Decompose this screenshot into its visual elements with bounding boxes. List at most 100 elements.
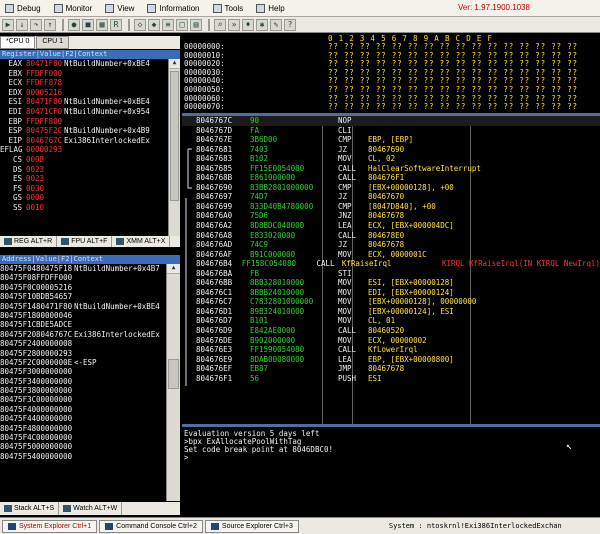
stack-value[interactable]: FFDFF000 [36,273,74,282]
disassembly-row[interactable]: 80467690 83BB2801000000 CMP [EBX+00000128],… [182,183,600,193]
stack-row[interactable]: 80475F18 00000046 [0,311,166,320]
step-out-icon[interactable]: ↑ [44,18,56,31]
stack-row[interactable]: 80475F14 80471F80 NtBuildNumber+0xBE4 [0,302,166,311]
stack-value[interactable]: 00000000 [36,414,74,423]
stack-row[interactable]: 80475F48 00000000 [0,424,166,433]
tab-fpu[interactable]: FPU ALT+F [57,236,113,247]
register-value[interactable]: FFDFF000 [26,69,64,79]
disassembly-row[interactable]: 804676AF B91C000000 MOV ECX, 0000001C [182,250,600,260]
stack-row[interactable]: 80475F08 FFDFF000 [0,273,166,282]
register-row[interactable]: ES 0023 [0,174,168,184]
search-icon[interactable]: ⌕ [214,18,226,31]
page-icon[interactable]: ▤ [190,18,202,31]
register-row[interactable]: EDX 00005216 [0,88,168,98]
stack-row[interactable]: 80475F50 00000000 [0,442,166,451]
register-value[interactable]: FFDFF878 [26,78,64,88]
disassembly-row[interactable]: 804676D9 E842AE0000 CALL 80460520 [182,326,600,336]
tab-command-console[interactable]: Command Console Ctrl+2 [99,519,203,533]
register-value[interactable]: 80471CF0 [26,107,64,117]
register-icon[interactable]: R [110,18,122,31]
stack-row[interactable]: 80475F3C 00000000 [0,395,166,404]
menu-help[interactable]: Help [256,3,285,13]
disassembly-row[interactable]: 804676EF EB87 JMP 80467678 [182,364,600,374]
register-value[interactable]: 80475F2C [26,126,64,136]
command-console[interactable]: Evaluation version 5 days left >bpx ExAl… [182,427,600,517]
disassembly-row[interactable]: 804676F1 56 PUSH ESI [182,374,600,384]
register-value[interactable]: 00000293 [26,145,64,155]
stack-value[interactable]: 00000000 [36,452,74,461]
stack-value[interactable]: 00000000 [36,424,74,433]
tab-stack[interactable]: Stack ALT+S [0,502,60,515]
memory-hex[interactable]: ?? ?? ?? ?? ?? ?? ?? ?? ?? ?? ?? ?? ?? ?… [328,103,578,112]
stack-row[interactable]: 80475F0C 00005216 [0,283,166,292]
stack-row[interactable]: 80475F34 00000000 [0,377,166,386]
register-row[interactable]: FS 0030 [0,184,168,194]
disassembly-row[interactable]: 804676A0 75D6 JNZ 80467678 [182,211,600,221]
stack-value[interactable]: 00000000 [36,367,74,376]
stack-value[interactable]: 00000000 [36,433,74,442]
register-scrollbar[interactable]: ▲ [168,59,180,236]
menu-monitor[interactable]: Monitor [53,3,92,13]
scroll-up-icon[interactable]: ▲ [167,264,180,274]
register-value[interactable]: 0030 [26,184,64,194]
stack-row[interactable]: 80475F28 00000293 [0,349,166,358]
breakpoint-icon[interactable]: ● [68,18,80,31]
register-row[interactable]: ESI 80471F80 NtBuildNumber+0xBE4 [0,97,168,107]
stack-row[interactable]: 80475F40 00000000 [0,405,166,414]
register-row[interactable]: ESP 80475F2C NtBuildNumber+0x4B9 [0,126,168,136]
stack-value[interactable]: 00000293 [36,349,74,358]
stack-row[interactable]: 80475F44 00000000 [0,414,166,423]
register-row[interactable]: EIP 8046767C Exi386InterlockedEx [0,136,168,146]
register-row[interactable]: SS 0010 [0,203,168,213]
step-over-icon[interactable]: ↷ [30,18,42,31]
menu-view[interactable]: View [105,3,134,13]
register-row[interactable]: ECX FFDFF878 [0,78,168,88]
register-value[interactable]: 0000 [26,193,64,203]
disassembly-row[interactable]: 804676A2 8D8BDC040000 LEA ECX, [EBX+000004D… [182,221,600,231]
console-prompt[interactable]: > [184,454,600,462]
menu-information[interactable]: Information [147,3,200,13]
step-into-icon[interactable]: ↓ [16,18,28,31]
disassembly-row[interactable]: 80467697 74D7 JZ 80467670 [182,192,600,202]
disassembly-row[interactable]: 8046768B E861000000 CALL 804676F1 [182,173,600,183]
tab-xmm[interactable]: XMM ALT+X [112,236,171,247]
stack-value[interactable]: 0000000E [36,358,74,367]
register-value[interactable]: 00005216 [26,88,64,98]
run-icon[interactable]: ▶ [2,18,14,31]
register-row[interactable]: EFLAG 00000293 [0,145,168,155]
disassembly-row[interactable]: 804676B4 FF158C054080 CALL KfRaiseIrql KIRQL… [182,259,600,269]
scroll-thumb[interactable] [168,359,179,389]
register-value[interactable]: 80471F80 [26,97,64,107]
scroll-thumb[interactable] [170,71,179,201]
register-row[interactable]: EBP FFDFF800 [0,117,168,127]
scroll-up-icon[interactable]: ▲ [169,59,180,69]
disassembly-row[interactable]: 804676A8 E833020000 CALL 804678E0 [182,231,600,241]
register-row[interactable]: EDI 80471CF0 NtBuildNumber+0x954 [0,107,168,117]
stack-row[interactable]: 80475F10 BDB54657 [0,292,166,301]
stack-row[interactable]: 80475F1C BDE5ADCE [0,320,166,329]
register-row[interactable]: CS 0008 [0,155,168,165]
tab-cpu0[interactable]: *CPU 0 [0,36,36,49]
disassembly-row[interactable]: 804676BB 8BB328010000 MOV ESI, [EBX+0000012… [182,278,600,288]
stack-value[interactable]: 00005216 [36,283,74,292]
stack-value[interactable]: BDE5ADCE [36,320,74,329]
stack-row[interactable]: 80475F30 00000000 [0,367,166,376]
register-value[interactable]: 0010 [26,203,64,213]
disassembly-row[interactable]: 804676DE B902000000 MOV ECX, 00000002 [182,336,600,346]
disassembly-row[interactable]: 804676BA FB STI [182,269,600,279]
stack-value[interactable]: 80471F80 [36,302,74,311]
register-row[interactable]: DS 0023 [0,165,168,175]
menu-tools[interactable]: Tools [212,3,243,13]
stack-value[interactable]: 00000000 [36,395,74,404]
about-icon[interactable]: ? [284,18,296,31]
register-row[interactable]: EBX FFDFF000 [0,69,168,79]
log-icon[interactable]: ✎ [270,18,282,31]
tab-source-explorer[interactable]: Source Explorer Ctrl+3 [204,519,299,533]
stack-row[interactable]: 80475F4C 00000000 [0,433,166,442]
register-row[interactable]: EAX 80471F80 NtBuildNumber+0xBE4 [0,59,168,69]
disassembly-row[interactable]: 80467683 B102 MOV CL, 02 [182,154,600,164]
stack-value[interactable]: BDB54657 [36,292,74,301]
thread-icon[interactable]: ≡ [162,18,174,31]
disassembly-row[interactable]: 8046767D FA CLI [182,126,600,136]
disassembly-row[interactable]: 804676D1 89B324010000 MOV [EBX+00000124], E… [182,307,600,317]
